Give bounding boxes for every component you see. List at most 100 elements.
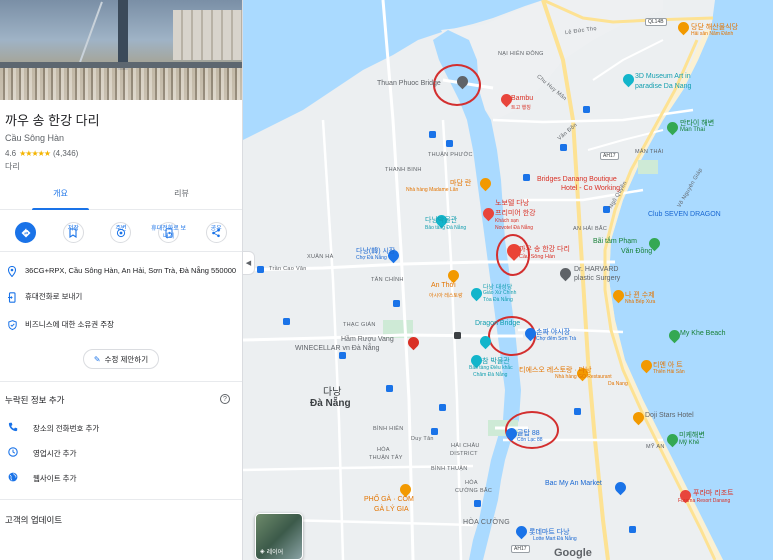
tab-reviews[interactable]: 리뷰 xyxy=(121,184,242,209)
clock-icon xyxy=(5,447,33,460)
poi-label: Chăm Đà Nẵng xyxy=(473,372,508,378)
directions-button[interactable]: 경로 xyxy=(4,222,48,243)
place-photo[interactable] xyxy=(0,0,242,100)
place-category[interactable]: 다리 xyxy=(0,158,242,172)
layer-label: 레이어 xyxy=(266,550,284,556)
poi-label: 노보텔 다낭 xyxy=(495,200,530,207)
transit-icon[interactable] xyxy=(339,352,346,359)
city-label-vi: Đà Nẵng xyxy=(310,398,351,409)
save-label: 저장 xyxy=(67,226,79,232)
send-to-phone-label: 휴대전화로 보 내기 xyxy=(151,226,186,241)
poi-label: Cầu Sông Hàn xyxy=(519,254,556,260)
area-label: MÂN THÁI xyxy=(635,149,664,155)
address-row[interactable]: 36CG+RPX, Cầu Sông Hàn, An Hải, Sơn Trà,… xyxy=(0,265,242,280)
place-title: 까우 송 한강 다리 xyxy=(5,113,100,128)
poi-label: Mỹ Khê xyxy=(679,440,700,446)
transit-icon[interactable] xyxy=(446,140,453,147)
poi-label: Bãi tắm Phạm xyxy=(593,238,637,245)
transit-icon[interactable] xyxy=(474,500,481,507)
share-label: 공유 xyxy=(210,226,222,232)
globe-icon xyxy=(5,472,33,485)
add-website-row[interactable]: 웹사이트 추가 xyxy=(0,466,242,491)
map-canvas[interactable]: QL14B AH17 AH17 NẠI HIÊN ĐÔNG Thuan Phuo… xyxy=(243,0,773,560)
transit-icon[interactable] xyxy=(560,144,567,151)
transit-icon[interactable] xyxy=(574,408,581,415)
transit-icon[interactable] xyxy=(583,106,590,113)
poi-label: Club SEVEN DRAGON xyxy=(648,211,721,218)
transit-icon[interactable] xyxy=(454,332,461,339)
area-label: NẠI HIÊN ĐÔNG xyxy=(498,51,544,57)
share-button[interactable]: 공유 xyxy=(194,222,238,243)
send-to-phone-button[interactable]: 휴대전화로 보 내기 xyxy=(147,222,191,243)
transit-icon[interactable] xyxy=(523,174,530,181)
claim-business-row[interactable]: 비즈니스에 대한 소유권 주장 xyxy=(0,320,242,333)
rating-row: 4.6 ★★★★★ (4,346) xyxy=(0,143,242,158)
highway-shield: QL14B xyxy=(645,18,667,26)
help-icon[interactable]: ? xyxy=(220,394,230,404)
area-label: THANH BINH xyxy=(385,167,422,173)
area-label: MỸ AN xyxy=(646,444,665,450)
add-hours-row[interactable]: 영업시간 추가 xyxy=(0,441,242,466)
add-website-text: 웹사이트 추가 xyxy=(33,474,77,483)
save-button[interactable]: 저장 xyxy=(51,222,95,243)
transit-icon[interactable] xyxy=(431,428,438,435)
poi-label: An Thới xyxy=(431,282,456,289)
poi-label: Doji Stars Hotel xyxy=(645,412,694,419)
poi-label: paradise Da Nang xyxy=(635,83,692,90)
street-label: Trần Cao Vân xyxy=(269,266,307,272)
poi-label: 3D Museum Art in xyxy=(635,73,691,80)
photo-crowd xyxy=(0,68,242,100)
area-label: HÒA CƯỜNG xyxy=(463,519,510,526)
area-label: XUÂN HÀ xyxy=(307,254,334,260)
add-phone-row[interactable]: 장소의 전화번호 추가 xyxy=(0,416,242,441)
area-label: HẢI CHÂU xyxy=(451,443,480,449)
poi-label: Thiên Hải Sản xyxy=(653,369,685,375)
map-base xyxy=(243,0,773,560)
poi-label: Bảo tàng Đà Nẵng xyxy=(425,225,467,231)
transit-icon[interactable] xyxy=(393,300,400,307)
add-phone-text: 장소의 전화번호 추가 xyxy=(33,424,100,433)
poi-label: Nhà hàng GO Restaurant xyxy=(555,374,612,380)
send-to-phone-row[interactable]: 휴대전화로 보내기 xyxy=(0,292,242,306)
poi-label: Hầm Rượu Vang xyxy=(341,336,394,343)
collapse-panel-button[interactable]: ◀ xyxy=(243,251,255,275)
poi-label: 푸라마 리조트 xyxy=(693,490,734,497)
area-label: HÒA xyxy=(465,480,478,486)
poi-label: 까우 송 한강 다리 xyxy=(519,246,570,253)
tab-overview[interactable]: 개요 xyxy=(0,184,121,210)
photo-cable xyxy=(79,1,103,63)
review-count[interactable]: (4,346) xyxy=(53,149,78,158)
layer-button[interactable]: ◈ 레이어 xyxy=(255,513,303,560)
poi-label: Bambu xyxy=(511,95,534,102)
poi-label: 미케해변 xyxy=(679,432,705,439)
area-label: THẠC GIÁN xyxy=(343,322,376,328)
highway-shield: AH17 xyxy=(511,545,530,553)
poi-label: Novotel Đà Nẵng xyxy=(495,225,534,231)
poi-label: Da Nang xyxy=(608,381,628,387)
poi-label: 트고 행칭 xyxy=(511,105,531,111)
poi-label: Bảo tàng Điêu khắc xyxy=(469,365,513,371)
layers-icon: ◈ xyxy=(260,549,265,555)
suggest-edit-button[interactable]: ✎ 수정 제안하기 xyxy=(82,349,160,369)
google-logo: Google xyxy=(554,547,592,559)
area-label: AN HẢI BẮC xyxy=(573,226,608,232)
poi-label: Nhà hàng Madame Lân xyxy=(406,187,459,193)
transit-icon[interactable] xyxy=(429,131,436,138)
app-root: 까우 송 한강 다리 Cầu Sông Hàn 4.6 ★★★★★ (4,346… xyxy=(0,0,773,560)
nearby-button[interactable]: 주변 xyxy=(99,222,143,243)
missing-info-list: 장소의 전화번호 추가 영업시간 추가 웹사이트 추가 xyxy=(0,416,242,491)
poi-label: plastic Surgery xyxy=(574,275,621,282)
transit-icon[interactable] xyxy=(283,318,290,325)
transit-icon[interactable] xyxy=(257,266,264,273)
poi-label: Bridges Danang Boutique xyxy=(537,176,617,183)
area-label: CƯỜNG BẮC xyxy=(455,488,493,494)
location-pin-icon xyxy=(5,265,25,280)
poi-label: Nhà Bếp Xưa xyxy=(625,299,656,305)
area-label: TÂN CHÍNH xyxy=(371,277,404,283)
transit-icon[interactable] xyxy=(386,385,393,392)
transit-icon[interactable] xyxy=(629,526,636,533)
place-panel: 까우 송 한강 다리 Cầu Sông Hàn 4.6 ★★★★★ (4,346… xyxy=(0,0,243,560)
transit-icon[interactable] xyxy=(439,404,446,411)
send-to-phone-text: 휴대전화로 보내기 xyxy=(25,292,83,301)
poi-label: Dragon Bridge xyxy=(475,320,521,327)
